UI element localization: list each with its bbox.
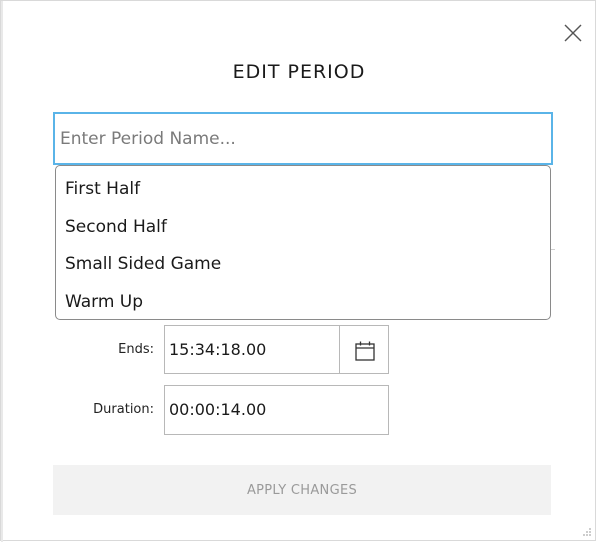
suggestion-small-sided-game[interactable]: Small Sided Game — [56, 247, 550, 285]
close-icon — [564, 24, 582, 42]
suggestion-second-half[interactable]: Second Half — [56, 210, 550, 248]
calendar-icon — [355, 341, 375, 361]
edit-period-dialog: EDIT PERIOD First Half Second Half Small… — [0, 0, 596, 542]
duration-label: Duration: — [93, 402, 154, 417]
dialog-title: EDIT PERIOD — [232, 61, 366, 83]
apply-changes-button[interactable]: APPLY CHANGES — [53, 465, 551, 515]
suggestion-warm-up[interactable]: Warm Up — [56, 285, 550, 323]
resize-grip-icon[interactable] — [582, 527, 592, 537]
ends-time-field[interactable]: 15:34:18.00 — [164, 325, 340, 374]
suggestion-first-half[interactable]: First Half — [56, 172, 550, 210]
close-button[interactable] — [561, 21, 585, 45]
ends-calendar-button[interactable] — [339, 325, 389, 374]
duration-field[interactable]: 00:00:14.00 — [164, 385, 389, 435]
ends-label: Ends: — [118, 342, 154, 357]
period-name-suggestions: First Half Second Half Small Sided Game … — [55, 165, 551, 320]
period-name-input[interactable] — [53, 112, 553, 165]
